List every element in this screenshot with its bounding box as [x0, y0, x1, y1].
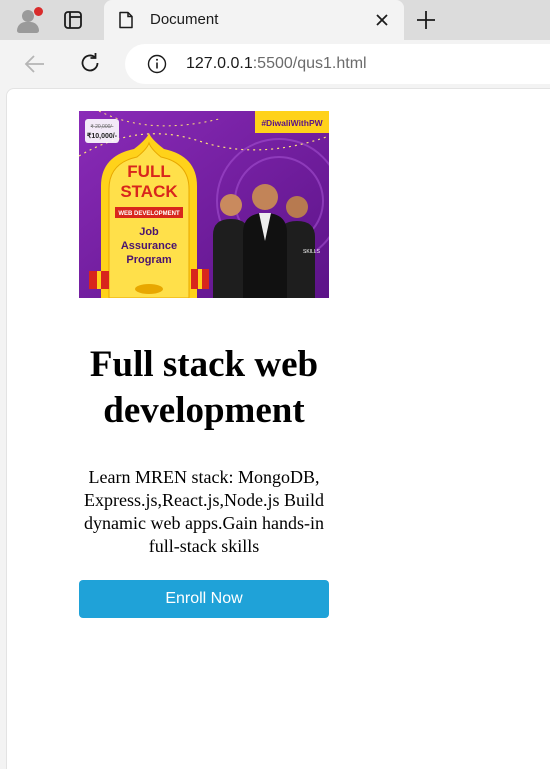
course-banner-image: #DiwaliWithPW ₹ 20,000/- ₹10,000/- FULL …: [79, 111, 329, 298]
address-bar[interactable]: 127.0.0.1:5500/qus1.html: [125, 44, 550, 84]
info-icon[interactable]: [147, 54, 167, 74]
page-icon: [119, 11, 133, 29]
course-description: Learn MREN stack: MongoDB, Express.js,Re…: [84, 467, 324, 556]
reload-icon[interactable]: [78, 51, 102, 75]
tab-actions-icon[interactable]: [62, 9, 84, 31]
back-arrow-icon[interactable]: [22, 52, 48, 76]
banner-logo-line2: STACK: [120, 182, 178, 201]
active-tab[interactable]: Document: [104, 0, 404, 40]
close-icon[interactable]: [372, 10, 392, 30]
banner-ribbon: WEB DEVELOPMENT: [118, 211, 180, 217]
url-path: :5500/qus1.html: [252, 55, 367, 72]
tab-strip: Document: [0, 0, 550, 40]
enroll-now-button[interactable]: Enroll Now: [79, 580, 329, 618]
page-viewport: #DiwaliWithPW ₹ 20,000/- ₹10,000/- FULL …: [6, 88, 550, 769]
course-card: #DiwaliWithPW ₹ 20,000/- ₹10,000/- FULL …: [79, 111, 329, 618]
banner-new-price: ₹10,000/-: [87, 132, 118, 140]
banner-shirt-text: SKILLS: [303, 249, 321, 255]
banner-program-line2: Assurance: [121, 240, 177, 252]
toolbar: 127.0.0.1:5500/qus1.html: [0, 40, 550, 88]
course-title: Full stack web development: [89, 344, 319, 431]
banner-old-price: ₹ 20,000/-: [91, 124, 114, 130]
profile-avatar-icon[interactable]: [14, 6, 44, 34]
tab-title: Document: [150, 11, 219, 28]
banner-program-line3: Program: [126, 254, 171, 266]
banner-tag: #DiwaliWithPW: [261, 118, 323, 128]
url-text: 127.0.0.1:5500/qus1.html: [186, 55, 367, 73]
url-host: 127.0.0.1: [186, 55, 253, 72]
plus-icon[interactable]: [414, 8, 438, 32]
banner-program-line1: Job: [139, 226, 159, 238]
banner-logo-line1: FULL: [127, 162, 170, 181]
